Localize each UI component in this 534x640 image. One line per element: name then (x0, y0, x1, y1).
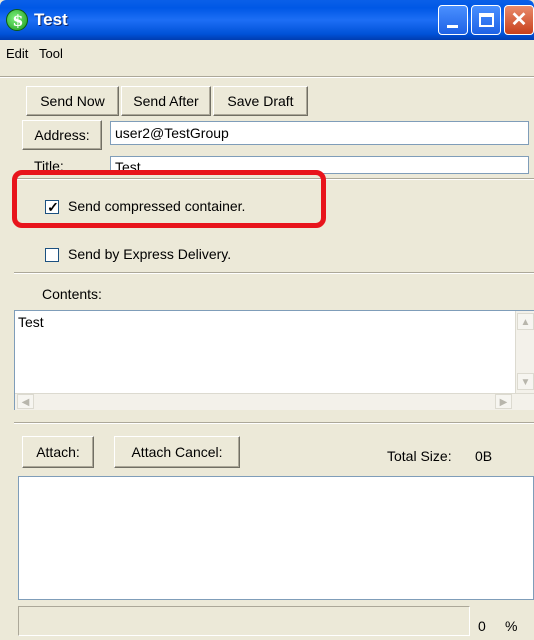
scroll-left-icon[interactable]: ◀ (17, 394, 34, 409)
attach-cancel-button[interactable]: Attach Cancel: (114, 436, 240, 468)
minimize-button[interactable] (438, 5, 468, 35)
total-size-value: 0B (475, 448, 493, 464)
title-bar[interactable]: $ Test ✕ (0, 0, 534, 40)
app-window: $ Test ✕ Edit Tool Send Now Send After S… (0, 0, 534, 640)
progress-bar (18, 606, 470, 636)
express-checkbox[interactable] (45, 248, 59, 262)
progress-unit: % (505, 618, 518, 634)
address-field[interactable]: user2@TestGroup (110, 121, 529, 145)
minimize-icon (447, 25, 458, 28)
close-button[interactable]: ✕ (504, 5, 534, 35)
maximize-icon (479, 13, 494, 27)
save-draft-button[interactable]: Save Draft (213, 86, 308, 116)
maximize-button[interactable] (471, 5, 501, 35)
window-title: Test (34, 10, 68, 29)
contents-divider (14, 422, 534, 424)
scroll-up-icon[interactable]: ▲ (517, 313, 534, 330)
send-now-button[interactable]: Send Now (26, 86, 119, 116)
scroll-right-icon[interactable]: ▶ (495, 394, 512, 409)
menu-tool[interactable]: Tool (39, 46, 63, 61)
horizontal-scrollbar[interactable]: ◀ ▶ (15, 393, 534, 410)
contents-text: Test (18, 314, 44, 330)
menu-edit[interactable]: Edit (6, 46, 28, 61)
vertical-scrollbar[interactable]: ▲ ▼ (515, 311, 534, 393)
total-size-label: Total Size: (387, 448, 452, 464)
attachments-list[interactable] (18, 476, 534, 600)
close-icon: ✕ (510, 9, 528, 31)
menu-divider (0, 76, 534, 78)
progress-value: 0 (478, 618, 486, 634)
options-divider (14, 272, 534, 274)
scroll-down-icon[interactable]: ▼ (517, 373, 534, 390)
contents-textarea[interactable]: Test ▲ ▼ ◀ ▶ (14, 310, 534, 410)
app-logo-icon: $ (6, 9, 28, 31)
address-button[interactable]: Address: (22, 120, 102, 150)
send-after-button[interactable]: Send After (121, 86, 211, 116)
contents-label: Contents: (42, 286, 102, 302)
express-label[interactable]: Send by Express Delivery. (68, 246, 231, 262)
highlight-annotation (12, 170, 326, 228)
menu-bar (0, 40, 534, 68)
attach-button[interactable]: Attach: (22, 436, 94, 468)
